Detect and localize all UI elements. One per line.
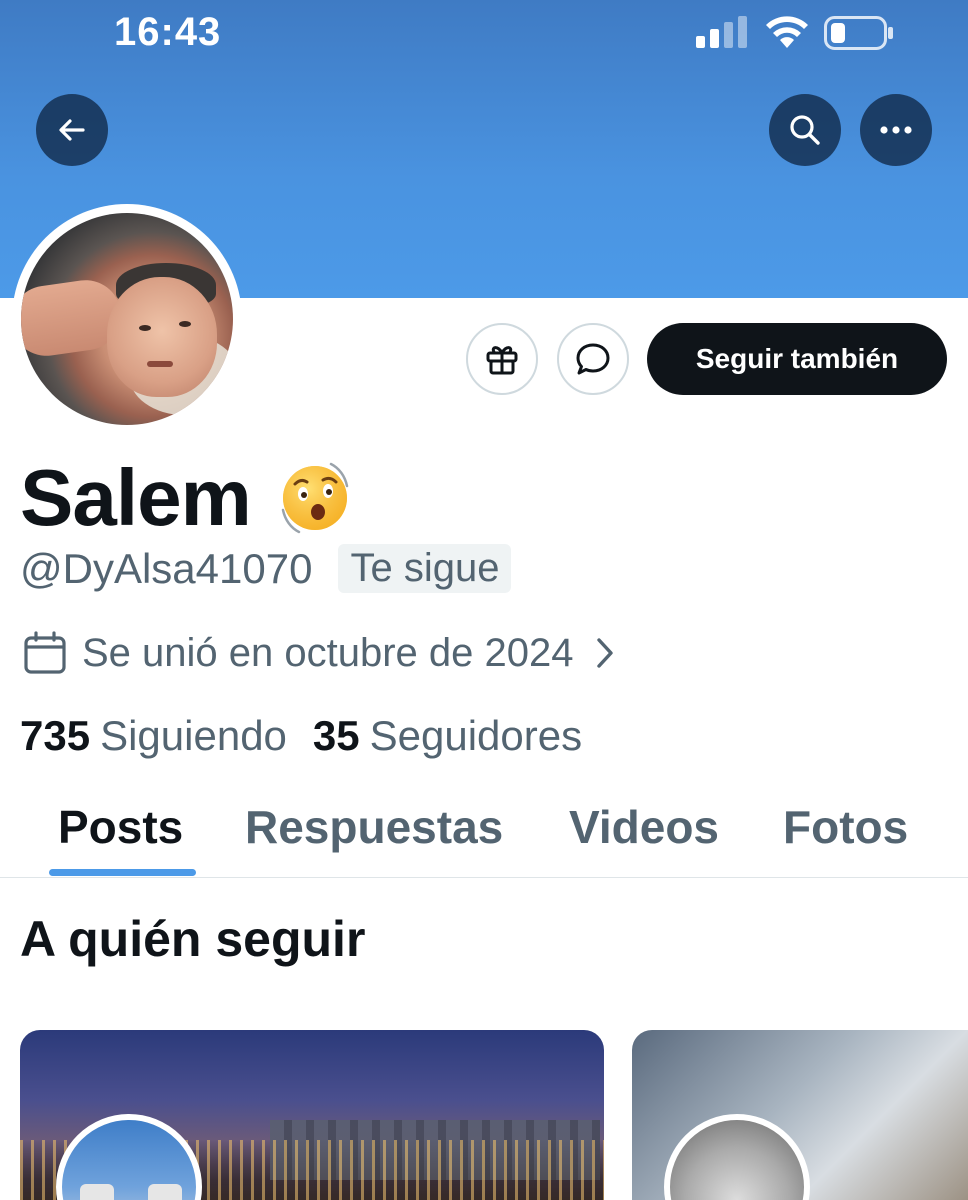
search-button[interactable]	[769, 94, 841, 166]
back-button[interactable]	[36, 94, 108, 166]
astonished-face-emoji	[281, 462, 348, 534]
tab-replies[interactable]: Respuestas	[245, 800, 503, 854]
user-handle: @DyAlsa41070	[20, 544, 313, 592]
following-link[interactable]: 735 Siguiendo	[20, 712, 287, 760]
message-button[interactable]	[557, 323, 629, 395]
joined-date-row[interactable]: Se unió en octubre de 2024	[22, 630, 616, 676]
who-to-follow-title: A quién seguir	[20, 911, 366, 967]
joined-date: Se unió en octubre de 2024	[82, 630, 574, 675]
avatar-photo	[21, 213, 233, 425]
tab-photos[interactable]: Fotos	[783, 800, 908, 854]
message-icon	[576, 343, 610, 375]
following-count: 735	[20, 712, 91, 759]
status-time: 16:43	[114, 10, 222, 54]
more-options-button[interactable]	[860, 94, 932, 166]
battery-icon	[824, 16, 893, 50]
chevron-right-icon	[596, 638, 613, 668]
more-horizontal-icon	[880, 126, 912, 134]
wifi-icon	[766, 16, 808, 48]
handle-row: @DyAlsa41070 Te sigue	[20, 544, 512, 593]
arrow-left-icon	[59, 119, 85, 141]
search-icon	[790, 115, 820, 145]
profile-avatar[interactable]	[12, 204, 242, 434]
follow-back-button[interactable]: Seguir también	[647, 323, 947, 395]
tab-posts[interactable]: Posts	[58, 800, 183, 854]
display-name: Salem	[20, 453, 252, 542]
following-label: Siguiendo	[100, 712, 287, 759]
cellular-signal-icon	[696, 16, 747, 48]
profile-name-row: Salem	[20, 452, 355, 544]
gift-button[interactable]	[466, 323, 538, 395]
followers-link[interactable]: 35 Seguidores	[313, 712, 582, 760]
followers-count: 35	[312, 712, 360, 759]
tab-videos[interactable]: Videos	[569, 800, 719, 854]
follow-stats: 735 Siguiendo 35 Seguidores	[20, 712, 582, 760]
gift-icon	[486, 346, 518, 375]
calendar-icon	[24, 631, 66, 674]
profile-tabs: Posts Respuestas Videos Fotos	[0, 790, 968, 878]
followers-label: Seguidores	[369, 712, 583, 759]
status-bar: 16:43	[0, 0, 968, 70]
active-tab-indicator	[49, 869, 196, 876]
follows-you-badge: Te sigue	[338, 544, 512, 593]
